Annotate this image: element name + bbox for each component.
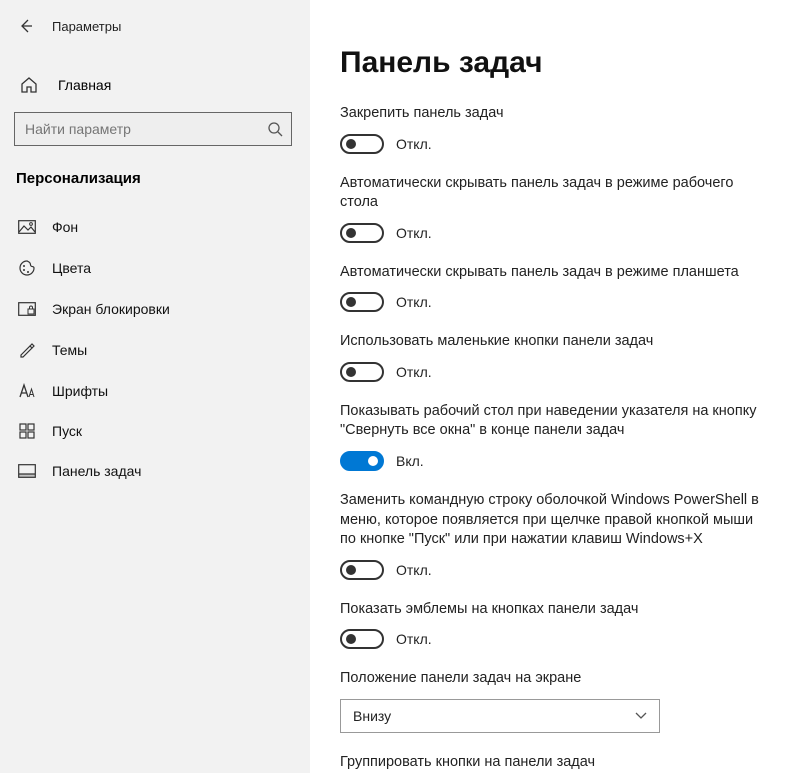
image-icon: [16, 220, 38, 234]
sidebar-item-label: Панель задач: [52, 463, 141, 479]
toggle-row: Откл.: [340, 134, 770, 154]
sidebar-item-taskbar[interactable]: Панель задач: [0, 451, 310, 491]
search-icon: [267, 121, 283, 137]
toggle-switch[interactable]: [340, 292, 384, 312]
back-button[interactable]: [12, 12, 40, 40]
nav-home-label: Главная: [58, 77, 111, 93]
sidebar-item-label: Темы: [52, 342, 87, 358]
setting-label: Закрепить панель задач: [340, 104, 770, 124]
start-icon: [16, 423, 38, 439]
toggle-row: Откл.: [340, 560, 770, 580]
sidebar-item-label: Пуск: [52, 423, 82, 439]
toggle-state-label: Откл.: [396, 631, 432, 647]
toggle-switch[interactable]: [340, 134, 384, 154]
toggle-knob: [346, 228, 356, 238]
setting-toggle-block: Использовать маленькие кнопки панели зад…: [340, 332, 770, 382]
toggle-knob: [346, 565, 356, 575]
sidebar-item-themes[interactable]: Темы: [0, 329, 310, 371]
toggle-state-label: Откл.: [396, 136, 432, 152]
nav-list: Фон Цвета Экран блокировки Темы Шрифты: [0, 201, 310, 491]
nav-home[interactable]: Главная: [0, 68, 310, 102]
toggle-row: Откл.: [340, 362, 770, 382]
toggle-state-label: Откл.: [396, 294, 432, 310]
setting-toggle-block: Показать эмблемы на кнопках панели задач…: [340, 600, 770, 650]
toggle-row: Откл.: [340, 223, 770, 243]
toggle-switch[interactable]: [340, 560, 384, 580]
sidebar-item-colors[interactable]: Цвета: [0, 247, 310, 289]
header-row: Параметры: [0, 8, 310, 56]
setting-label: Группировать кнопки на панели задач: [340, 753, 770, 773]
search-input[interactable]: [25, 121, 267, 137]
setting-label: Показать эмблемы на кнопках панели задач: [340, 600, 770, 620]
section-label: Персонализация: [0, 162, 310, 201]
setting-position: Положение панели задач на экране Внизу: [340, 669, 770, 733]
sidebar-item-label: Шрифты: [52, 383, 108, 399]
setting-label: Автоматически скрывать панель задач в ре…: [340, 174, 770, 213]
setting-toggle-block: Автоматически скрывать панель задач в ре…: [340, 174, 770, 243]
sidebar-item-fonts[interactable]: Шрифты: [0, 371, 310, 411]
setting-label: Заменить командную строку оболочкой Wind…: [340, 491, 770, 550]
toggle-switch[interactable]: [340, 451, 384, 471]
home-icon: [20, 76, 44, 94]
toggle-row: Откл.: [340, 629, 770, 649]
toggle-state-label: Откл.: [396, 225, 432, 241]
toggle-switch[interactable]: [340, 362, 384, 382]
setting-toggle-block: Автоматически скрывать панель задач в ре…: [340, 263, 770, 313]
fonts-icon: [16, 383, 38, 399]
toggle-state-label: Откл.: [396, 562, 432, 578]
setting-label: Показывать рабочий стол при наведении ук…: [340, 402, 770, 441]
setting-toggle-block: Показывать рабочий стол при наведении ук…: [340, 402, 770, 471]
toggle-knob: [346, 139, 356, 149]
search-wrap: [0, 102, 310, 162]
page-title: Панель задач: [340, 46, 770, 80]
setting-label: Положение панели задач на экране: [340, 669, 770, 689]
setting-toggle-block: Закрепить панель задач Откл.: [340, 104, 770, 154]
palette-icon: [16, 259, 38, 277]
toggle-row: Вкл.: [340, 451, 770, 471]
toggle-switch[interactable]: [340, 223, 384, 243]
toggle-knob: [346, 634, 356, 644]
sidebar: Параметры Главная Персонализация Фон Цве…: [0, 0, 310, 773]
main-content: Панель задач Закрепить панель задач Откл.…: [310, 0, 800, 773]
setting-label: Автоматически скрывать панель задач в ре…: [340, 263, 770, 283]
app-title: Параметры: [52, 19, 121, 34]
sidebar-item-label: Экран блокировки: [52, 301, 170, 317]
dropdown-value: Внизу: [353, 708, 391, 724]
toggle-knob: [346, 297, 356, 307]
dropdown-position[interactable]: Внизу: [340, 699, 660, 733]
setting-label: Использовать маленькие кнопки панели зад…: [340, 332, 770, 352]
sidebar-item-start[interactable]: Пуск: [0, 411, 310, 451]
setting-toggle-block: Заменить командную строку оболочкой Wind…: [340, 491, 770, 580]
toggle-switch[interactable]: [340, 629, 384, 649]
toggle-knob: [368, 456, 378, 466]
sidebar-item-lockscreen[interactable]: Экран блокировки: [0, 289, 310, 329]
toggle-knob: [346, 367, 356, 377]
sidebar-item-background[interactable]: Фон: [0, 207, 310, 247]
sidebar-item-label: Цвета: [52, 260, 91, 276]
arrow-left-icon: [18, 18, 34, 34]
toggle-state-label: Вкл.: [396, 453, 424, 469]
chevron-down-icon: [635, 712, 647, 720]
themes-icon: [16, 341, 38, 359]
setting-grouping: Группировать кнопки на панели задач Всег…: [340, 753, 770, 773]
lockscreen-icon: [16, 302, 38, 316]
toggle-state-label: Откл.: [396, 364, 432, 380]
toggle-row: Откл.: [340, 292, 770, 312]
taskbar-icon: [16, 464, 38, 478]
search-input-container[interactable]: [14, 112, 292, 146]
sidebar-item-label: Фон: [52, 219, 78, 235]
